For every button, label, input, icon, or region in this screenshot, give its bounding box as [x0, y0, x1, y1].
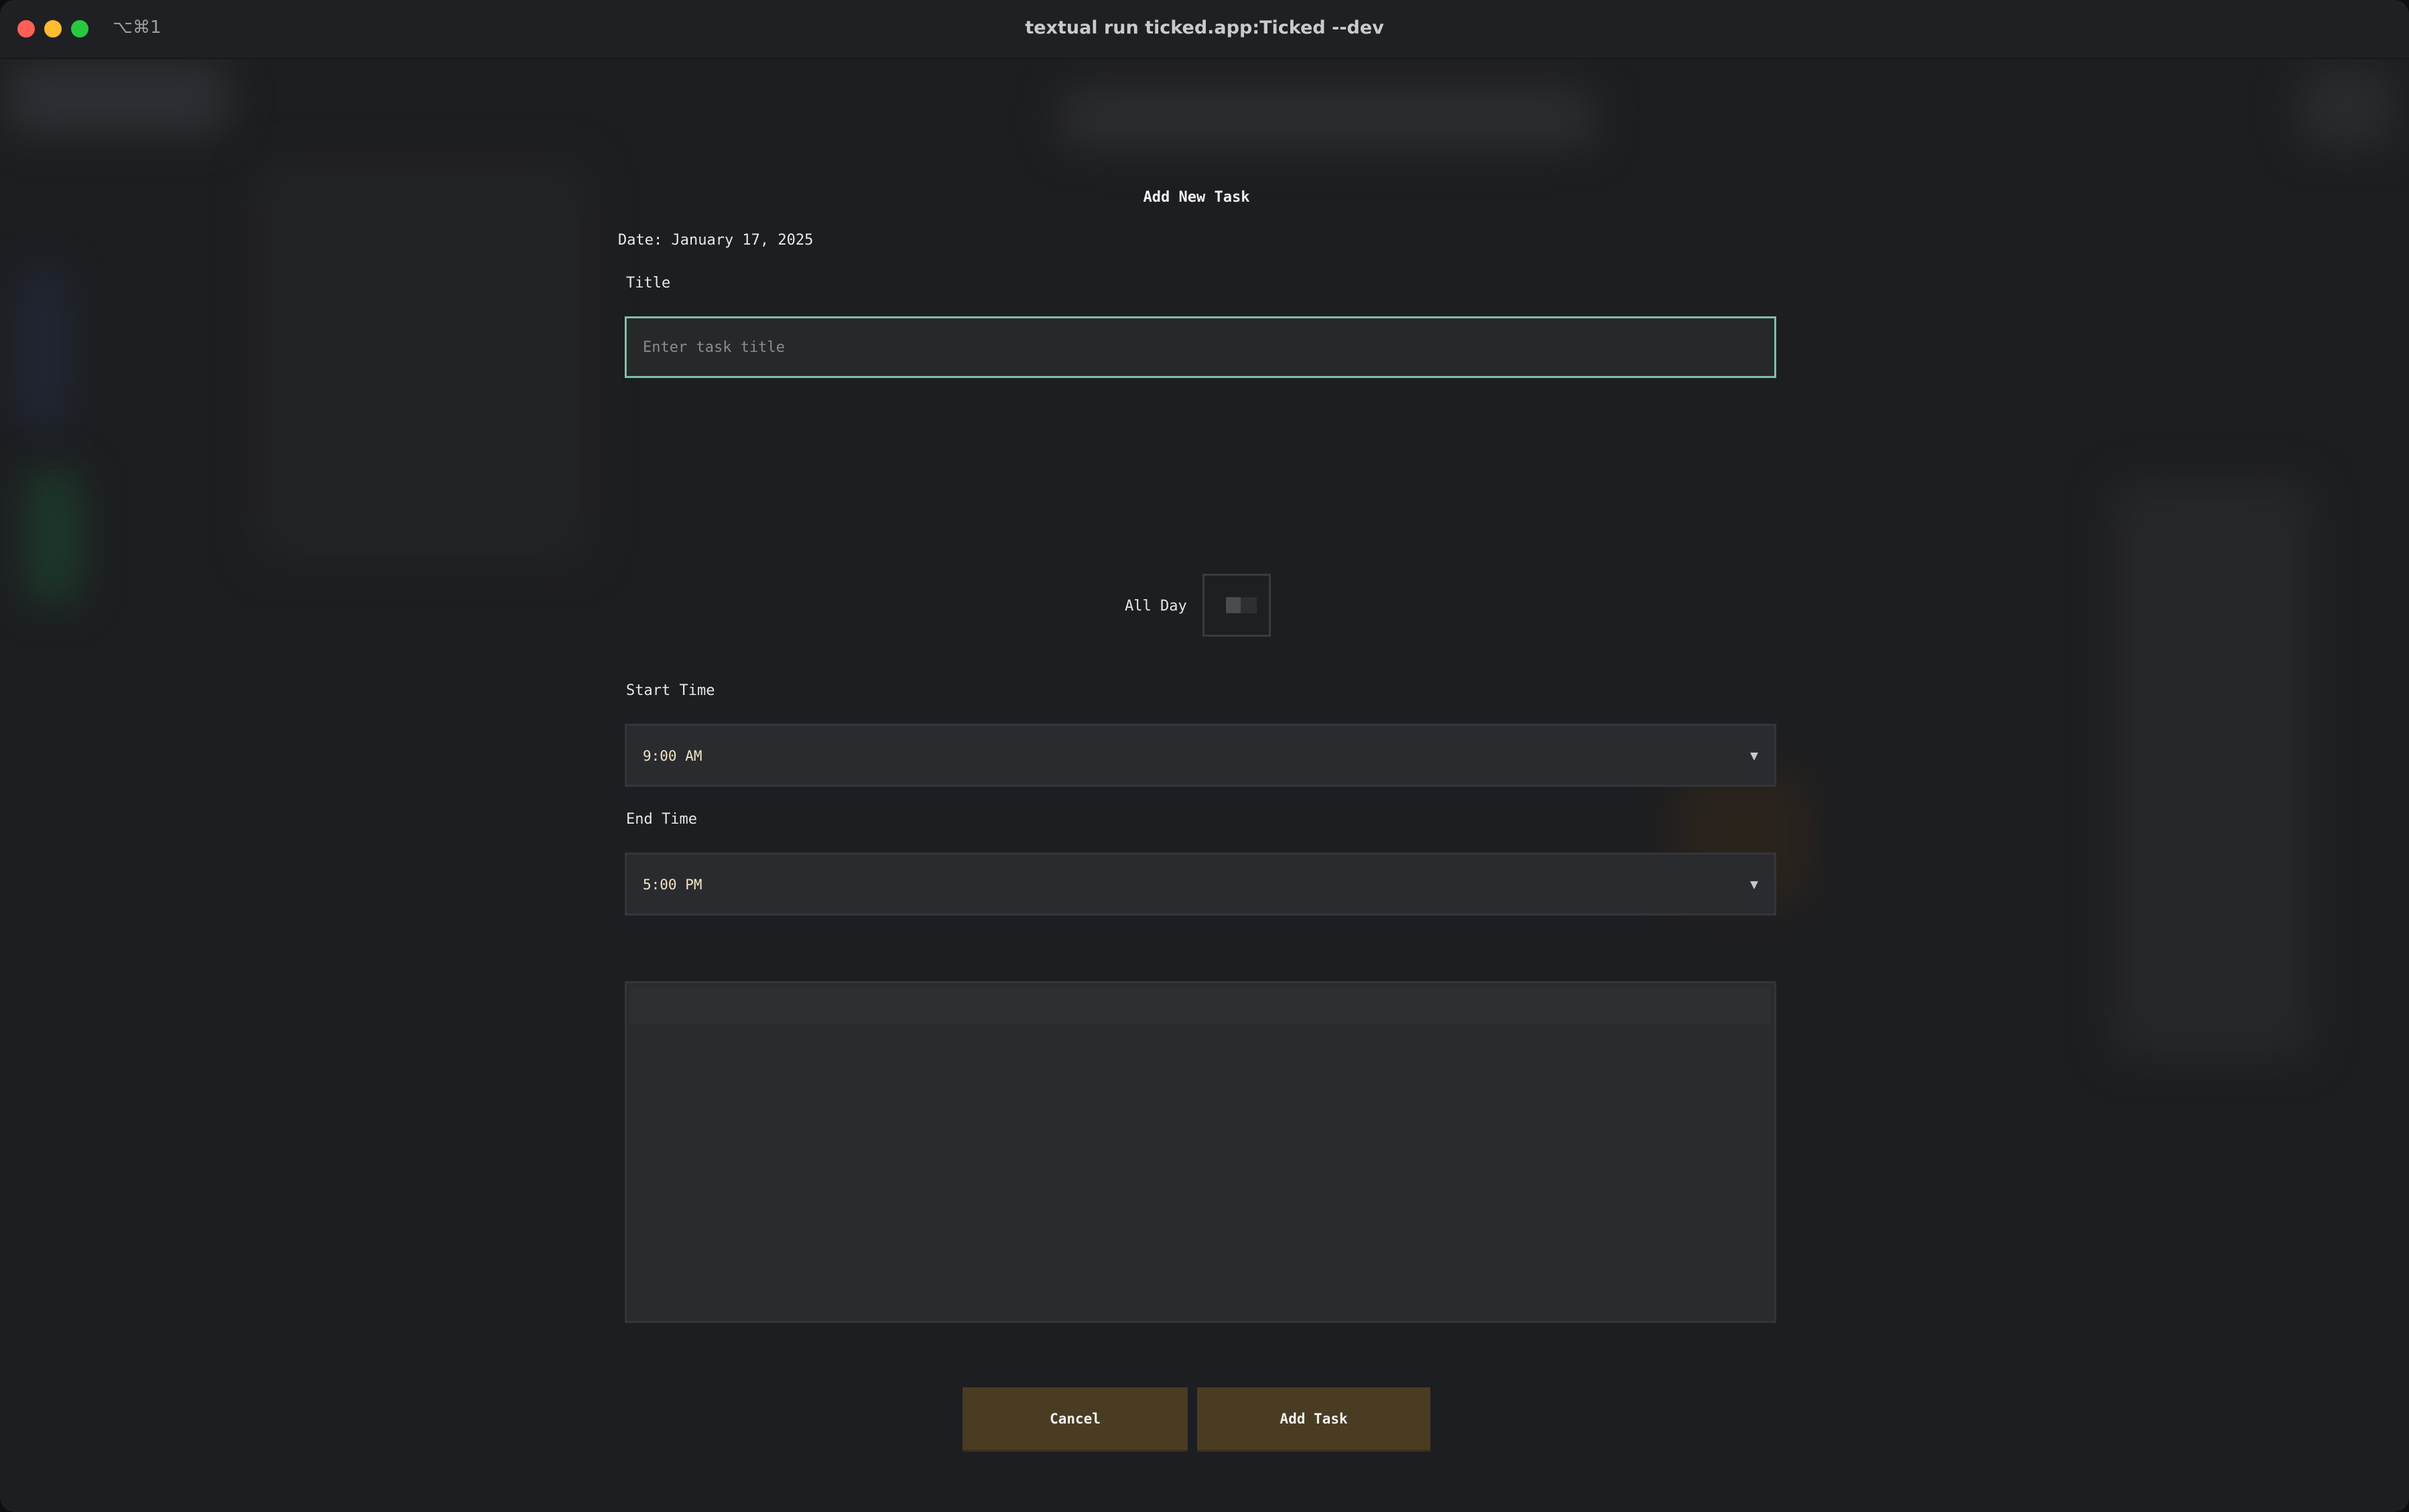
- terminal-window: ⌥⌘1 textual run ticked.app:Ticked --dev …: [0, 0, 2409, 1512]
- start-time-select[interactable]: 9:00 AM ▼: [625, 724, 1776, 787]
- start-time-label: Start Time: [626, 682, 715, 699]
- description-textarea[interactable]: [625, 981, 1776, 1323]
- window-title: textual run ticked.app:Ticked --dev: [1025, 17, 1384, 38]
- add-task-dialog: Add New Task Date: January 17, 2025 Titl…: [590, 161, 1803, 1474]
- blurred-background: [27, 469, 80, 603]
- date-label: Date: January 17, 2025: [618, 232, 814, 249]
- blurred-background: [1059, 87, 1595, 147]
- dialog-title: Add New Task: [1143, 189, 1250, 206]
- title-bar: ⌥⌘1 textual run ticked.app:Ticked --dev: [0, 0, 2409, 59]
- all-day-switch[interactable]: [1202, 574, 1271, 637]
- blurred-background: [20, 268, 67, 429]
- cancel-button[interactable]: Cancel: [963, 1387, 1188, 1452]
- title-field[interactable]: [625, 316, 1776, 378]
- title-label: Title: [626, 275, 671, 292]
- end-time-value: 5:00 PM: [643, 877, 702, 893]
- all-day-label: All Day: [1125, 598, 1187, 615]
- cursor-line: [631, 987, 1770, 1023]
- chevron-down-icon: ▼: [1749, 747, 1758, 763]
- end-time-select[interactable]: 5:00 PM ▼: [625, 853, 1776, 916]
- blurred-background: [2299, 67, 2393, 147]
- blurred-background: [7, 60, 228, 134]
- blurred-background: [2111, 483, 2312, 1059]
- switch-knob: [1226, 597, 1241, 613]
- title-input[interactable]: [627, 318, 1774, 376]
- blurred-background: [255, 161, 590, 563]
- chevron-down-icon: ▼: [1749, 876, 1758, 892]
- end-time-label: End Time: [626, 811, 697, 828]
- start-time-value: 9:00 AM: [643, 748, 702, 764]
- add-task-button[interactable]: Add Task: [1197, 1387, 1430, 1452]
